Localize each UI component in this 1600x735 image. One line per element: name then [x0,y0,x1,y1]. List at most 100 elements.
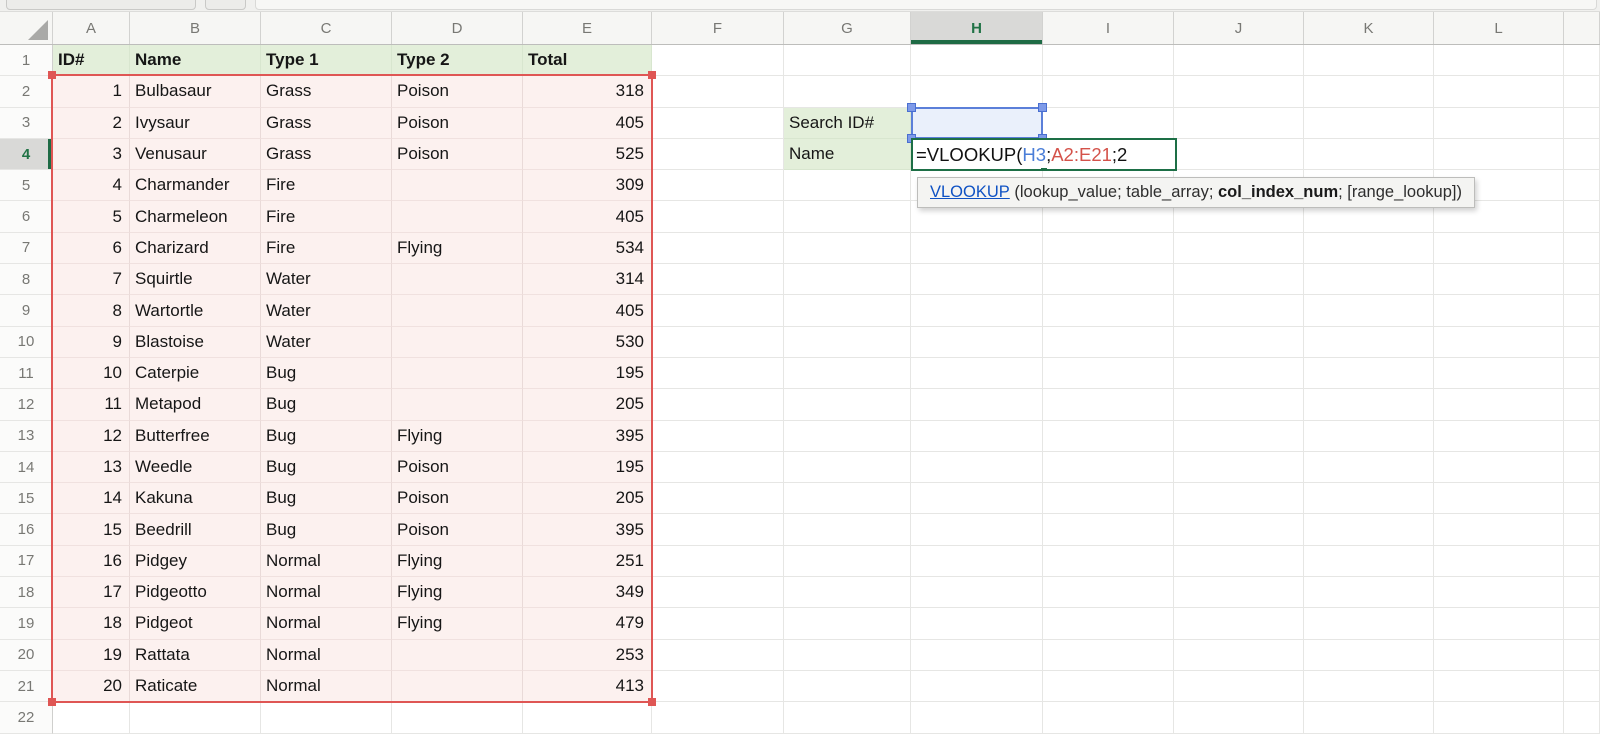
cell-L16[interactable] [1434,514,1564,545]
cell-E15[interactable]: 205 [523,483,652,514]
cell-I8[interactable] [1043,264,1174,295]
cell-C3[interactable]: Grass [261,108,392,139]
cell-C14[interactable]: Bug [261,452,392,483]
cell-B6[interactable]: Charmeleon [130,201,261,232]
cell-G14[interactable] [784,452,911,483]
cell-A12[interactable]: 11 [53,389,130,420]
cell-I3[interactable] [1043,108,1174,139]
cell-A20[interactable]: 19 [53,640,130,671]
cell-L20[interactable] [1434,640,1564,671]
row-header-10[interactable]: 10 [0,327,53,358]
row-header-2[interactable]: 2 [0,76,53,107]
cell-K4[interactable] [1304,139,1434,170]
cell-E6[interactable]: 405 [523,201,652,232]
cell-L18[interactable] [1434,577,1564,608]
cell-A9[interactable]: 8 [53,295,130,326]
cell-H19[interactable] [911,608,1043,639]
cell-F20[interactable] [652,640,784,671]
cell-L15[interactable] [1434,483,1564,514]
cell-H17[interactable] [911,546,1043,577]
row-header-17[interactable]: 17 [0,546,53,577]
cell-F5[interactable] [652,170,784,201]
cell-D12[interactable] [392,389,523,420]
cell-A15[interactable]: 14 [53,483,130,514]
cell-M11[interactable] [1564,358,1600,389]
cell-B3[interactable]: Ivysaur [130,108,261,139]
cell-M18[interactable] [1564,577,1600,608]
cell-A13[interactable]: 12 [53,421,130,452]
row-header-19[interactable]: 19 [0,608,53,639]
cell-M4[interactable] [1564,139,1600,170]
cell-G4[interactable]: Name [784,139,911,170]
cell-L9[interactable] [1434,295,1564,326]
cell-J17[interactable] [1174,546,1304,577]
cell-D22[interactable] [392,702,523,733]
cell-D8[interactable] [392,264,523,295]
cell-J22[interactable] [1174,702,1304,733]
cell-D16[interactable]: Poison [392,514,523,545]
cell-H20[interactable] [911,640,1043,671]
cell-F4[interactable] [652,139,784,170]
cell-I7[interactable] [1043,233,1174,264]
row-header-6[interactable]: 6 [0,201,53,232]
cell-F6[interactable] [652,201,784,232]
cell-D11[interactable] [392,358,523,389]
cell-K12[interactable] [1304,389,1434,420]
cell-C12[interactable]: Bug [261,389,392,420]
column-header-I[interactable]: I [1043,12,1174,44]
cell-E12[interactable]: 205 [523,389,652,420]
cell-C18[interactable]: Normal [261,577,392,608]
cell-H10[interactable] [911,327,1043,358]
row-header-4[interactable]: 4 [0,139,53,170]
cell-E21[interactable]: 413 [523,671,652,702]
cell-I21[interactable] [1043,671,1174,702]
cell-F14[interactable] [652,452,784,483]
cell-E1[interactable]: Total [523,45,652,76]
row-header-15[interactable]: 15 [0,483,53,514]
cell-I1[interactable] [1043,45,1174,76]
row-header-14[interactable]: 14 [0,452,53,483]
cell-C4[interactable]: Grass [261,139,392,170]
cell-G17[interactable] [784,546,911,577]
cell-K2[interactable] [1304,76,1434,107]
cell-J8[interactable] [1174,264,1304,295]
cell-E10[interactable]: 530 [523,327,652,358]
column-header-D[interactable]: D [392,12,523,44]
row-header-9[interactable]: 9 [0,295,53,326]
cell-K9[interactable] [1304,295,1434,326]
cell-H1[interactable] [911,45,1043,76]
cell-L12[interactable] [1434,389,1564,420]
cell-K1[interactable] [1304,45,1434,76]
cell-D17[interactable]: Flying [392,546,523,577]
cell-E20[interactable]: 253 [523,640,652,671]
fill-handle[interactable] [1040,167,1048,171]
cell-H7[interactable] [911,233,1043,264]
cell-J19[interactable] [1174,608,1304,639]
cell-A19[interactable]: 18 [53,608,130,639]
cell-E5[interactable]: 309 [523,170,652,201]
cell-A16[interactable]: 15 [53,514,130,545]
cell-B1[interactable]: Name [130,45,261,76]
cell-D18[interactable]: Flying [392,577,523,608]
column-header-B[interactable]: B [130,12,261,44]
cell-A5[interactable]: 4 [53,170,130,201]
cell-J9[interactable] [1174,295,1304,326]
cell-A7[interactable]: 6 [53,233,130,264]
cell-D20[interactable] [392,640,523,671]
cell-C11[interactable]: Bug [261,358,392,389]
formula-edit-cell[interactable]: =VLOOKUP(H3;A2:E21;2 [911,138,1177,171]
cell-I2[interactable] [1043,76,1174,107]
cell-H15[interactable] [911,483,1043,514]
cell-D13[interactable]: Flying [392,421,523,452]
cell-G13[interactable] [784,421,911,452]
cell-F18[interactable] [652,577,784,608]
cell-M14[interactable] [1564,452,1600,483]
cell-A6[interactable]: 5 [53,201,130,232]
cell-L2[interactable] [1434,76,1564,107]
cell-L11[interactable] [1434,358,1564,389]
cell-G15[interactable] [784,483,911,514]
cell-H12[interactable] [911,389,1043,420]
cell-K7[interactable] [1304,233,1434,264]
cell-I16[interactable] [1043,514,1174,545]
cell-M3[interactable] [1564,108,1600,139]
